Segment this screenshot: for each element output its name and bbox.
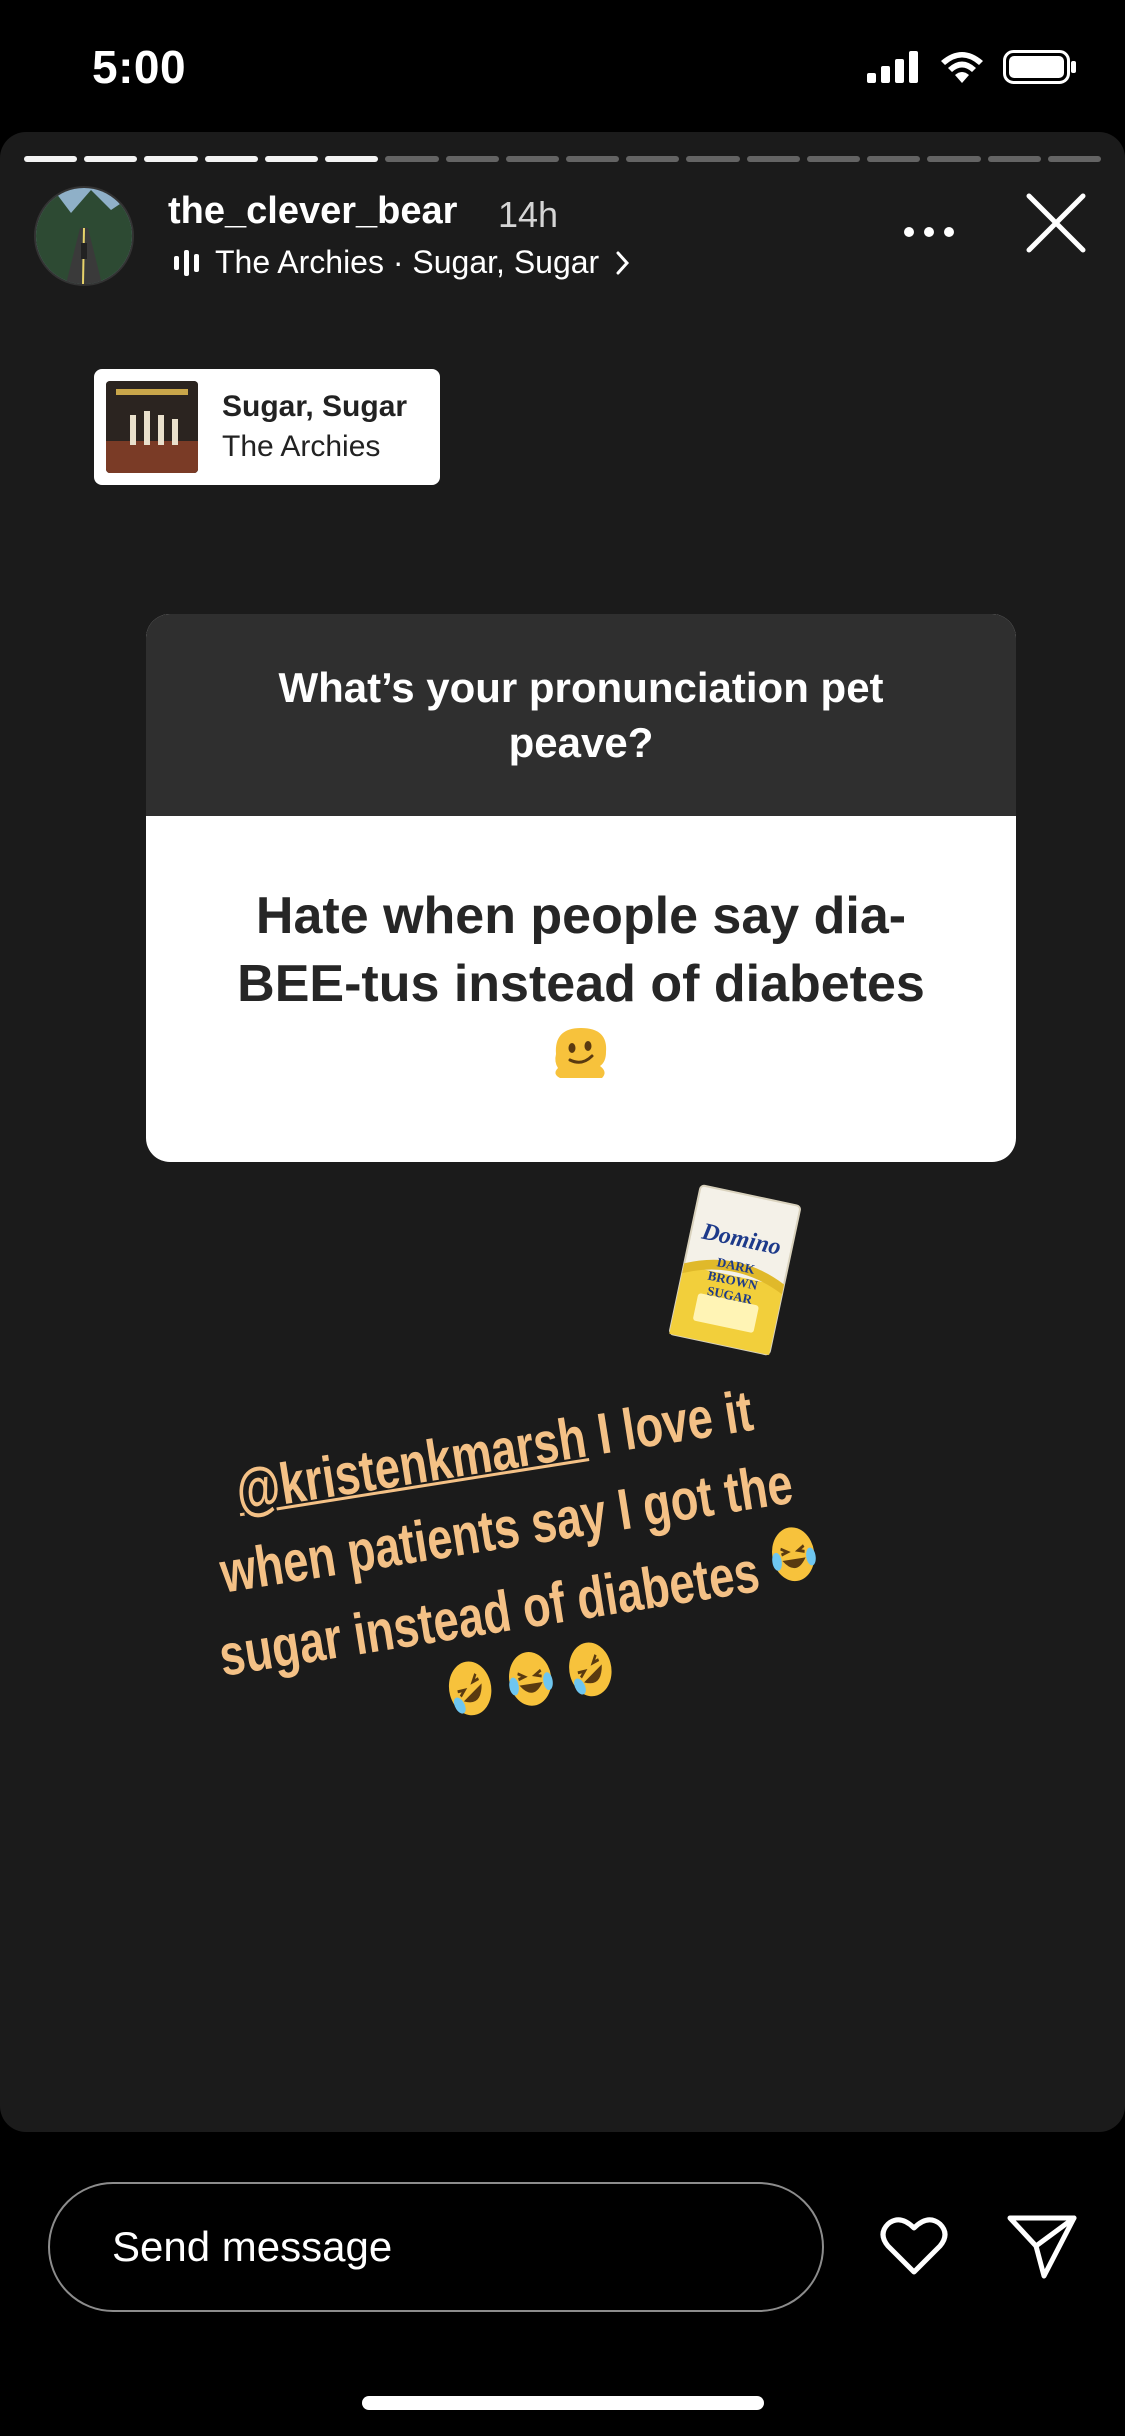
story-time-ago: 14h: [498, 194, 559, 235]
send-message-placeholder: Send message: [112, 2223, 393, 2270]
more-dots-icon: [904, 227, 954, 237]
story-music-link[interactable]: The Archies · Sugar, Sugar: [174, 244, 631, 281]
more-options-button[interactable]: [899, 212, 959, 252]
battery-icon: [1003, 50, 1076, 84]
story-music-label: The Archies · Sugar, Sugar: [215, 244, 600, 280]
status-icons: [867, 50, 1077, 84]
wifi-icon: [941, 52, 983, 83]
melting-face-emoji-icon: [555, 1028, 607, 1078]
question-answer-text: Hate when people say dia-BEE-tus instead…: [237, 887, 925, 1013]
sticker-song-title: Sugar, Sugar: [222, 390, 408, 423]
chevron-right-icon: [616, 251, 630, 274]
story-progress-segment: [144, 156, 198, 162]
story-header: the_clever_bear 14h The Archies · Sugar,…: [34, 186, 1091, 296]
story-progress-segment: [987, 156, 1041, 162]
cellular-signal-icon: [867, 51, 918, 83]
album-art: [106, 381, 198, 473]
story-progress-segment: [385, 156, 439, 162]
sugar-box-sticker: Domino DARK BROWN SUGAR: [665, 1180, 806, 1359]
share-button[interactable]: [1004, 2208, 1080, 2284]
rolling-laughing-emoji-icon: [569, 1642, 612, 1697]
laughing-tears-emoji-icon: [509, 1652, 553, 1706]
story-progress-segment: [24, 156, 78, 162]
story-progress-segment: [1047, 156, 1101, 162]
like-button[interactable]: [878, 2210, 950, 2282]
status-bar: 5:00: [0, 0, 1125, 135]
story-progress-segment: [325, 156, 379, 162]
avatar[interactable]: [34, 186, 134, 286]
close-icon: [1026, 193, 1086, 253]
story-progress-segment: [746, 156, 800, 162]
story-progress-segment: [204, 156, 258, 162]
story-progress-segment: [867, 156, 921, 162]
story-progress-segment: [264, 156, 319, 162]
story-progress-segment: [927, 156, 981, 162]
home-indicator[interactable]: [362, 2396, 764, 2410]
story-progress-bar: [24, 156, 1101, 162]
story-viewer[interactable]: the_clever_bear 14h The Archies · Sugar,…: [0, 132, 1125, 2132]
question-header: What’s your pronunciation pet peave?: [146, 614, 1016, 816]
question-sticker: What’s your pronunciation pet peave? Hat…: [146, 614, 1016, 1162]
heart-icon: [880, 2217, 948, 2275]
close-button[interactable]: [1021, 188, 1091, 258]
story-progress-segment: [686, 156, 740, 162]
story-progress-segment: [565, 156, 620, 162]
question-answer: Hate when people say dia-BEE-tus instead…: [146, 816, 1016, 1084]
music-equalizer-icon: [174, 248, 199, 278]
story-progress-segment: [626, 156, 680, 162]
status-time: 5:00: [92, 41, 187, 93]
send-message-input[interactable]: Send message: [48, 2182, 824, 2312]
story-caption: @kristenkmarsh I love it when patients s…: [180, 1364, 846, 1778]
laughing-tears-emoji-icon: [771, 1527, 816, 1582]
rolling-laughing-emoji-icon: [448, 1661, 492, 1716]
story-progress-segment: [806, 156, 861, 162]
story-username[interactable]: the_clever_bear: [168, 190, 457, 233]
bottom-bar: Send message: [0, 2132, 1125, 2436]
story-progress-segment: [505, 156, 559, 162]
sticker-artist: The Archies: [222, 430, 381, 463]
question-prompt: What’s your pronunciation pet peave?: [278, 664, 884, 766]
send-paper-plane-icon: [1007, 2215, 1077, 2279]
story-progress-segment: [84, 156, 138, 162]
music-sticker[interactable]: Sugar, Sugar The Archies: [94, 369, 440, 485]
story-progress-segment: [445, 156, 499, 162]
